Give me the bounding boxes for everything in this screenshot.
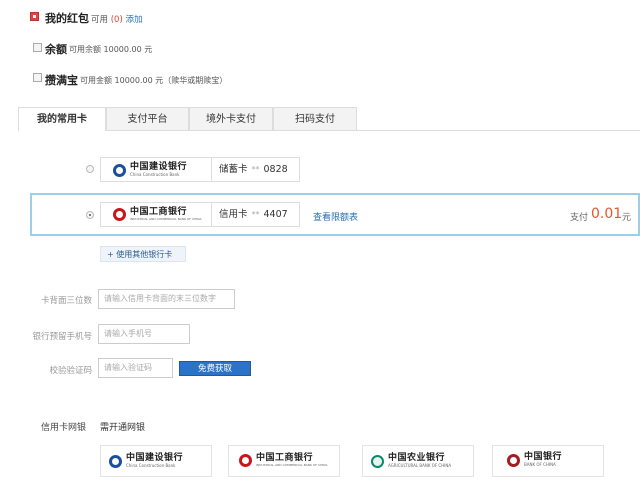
bank-name-en: China Construction Bank: [126, 463, 176, 468]
ccb-logo: 中国建设银行 China Construction Bank: [101, 158, 212, 181]
card-mask: **: [251, 210, 260, 219]
ccb-name: 中国建设银行: [130, 162, 188, 172]
saved-card-ccb[interactable]: 中国建设银行 China Construction Bank 储蓄卡 ** 0828: [100, 157, 300, 182]
pay-unit: 元: [622, 213, 632, 223]
yuebao-available: 可用金额 10000.00 元（赎华或期赎宝）: [80, 76, 228, 85]
tab-overseas-card[interactable]: 境外卡支付: [189, 107, 273, 130]
red-packet-available: 可用 (0) 添加: [91, 15, 143, 25]
yuebao-checkbox[interactable]: [33, 73, 42, 82]
saved-card-icbc[interactable]: 中国工商银行 INDUSTRIAL AND COMMERCIAL BANK OF…: [100, 202, 300, 227]
balance-label: 余额: [45, 43, 67, 56]
tab-common-cards[interactable]: 我的常用卡: [18, 107, 106, 131]
phone-input[interactable]: 请输入手机号: [98, 324, 190, 344]
icbc-emblem-icon: [239, 454, 252, 467]
pay-amount: 0.01: [591, 206, 623, 222]
red-packet-checkbox[interactable]: [30, 12, 39, 21]
code-label: 校验验证码: [49, 366, 92, 376]
bank-name: 中国农业银行: [388, 453, 446, 463]
red-packet-count: (0): [110, 15, 123, 25]
cvv-label: 卡背面三位数: [40, 296, 92, 306]
netbank-label: 信用卡网银: [41, 423, 87, 433]
pay-label: 支付: [570, 213, 589, 223]
code-input[interactable]: 请输入验证码: [98, 358, 173, 378]
card-type: 信用卡: [219, 209, 248, 220]
icbc-logo: 中国工商银行 INDUSTRIAL AND COMMERCIAL BANK OF…: [101, 203, 212, 226]
boc-emblem-icon: [507, 453, 520, 467]
ccb-emblem-icon: [113, 163, 126, 177]
balance-checkbox[interactable]: [33, 43, 42, 52]
tab-payment-platform[interactable]: 支付平台: [106, 107, 189, 130]
ccb-name-en: China Construction Bank: [130, 172, 180, 177]
bank-name: 中国工商银行: [256, 453, 314, 463]
bank-name-en: AGRICULTURAL BANK OF CHINA: [388, 463, 452, 468]
bank-name-en: INDUSTRIAL AND COMMERCIAL BANK OF CHINA: [256, 463, 328, 467]
get-code-button[interactable]: 免费获取: [179, 361, 251, 376]
card-info: 储蓄卡 ** 0828: [219, 158, 288, 181]
card-radio-icbc[interactable]: [86, 211, 94, 219]
tab-qr-payment[interactable]: 扫码支付: [273, 107, 357, 130]
netbank-open-link[interactable]: 需开通网银: [100, 420, 145, 433]
card-type: 储蓄卡: [219, 164, 248, 175]
card-mask: **: [251, 165, 260, 174]
netbank-icbc[interactable]: 中国工商银行 INDUSTRIAL AND COMMERCIAL BANK OF …: [228, 445, 340, 477]
bank-name: 中国银行: [524, 452, 563, 462]
card-tail: 0828: [263, 164, 288, 175]
icbc-emblem-icon: [113, 208, 126, 221]
add-other-card-button[interactable]: + 使用其他银行卡: [100, 246, 186, 262]
yuebao-label: 攒满宝: [45, 74, 78, 87]
ccb-emblem-icon: [109, 454, 122, 468]
card-info: 信用卡 ** 4407: [219, 203, 288, 226]
view-limit-link[interactable]: 查看限额表: [313, 210, 358, 223]
red-packet-add-link[interactable]: 添加: [125, 15, 142, 25]
card-tail: 4407: [263, 209, 288, 220]
netbank-boc[interactable]: 中国银行 BANK OF CHINA: [492, 445, 604, 477]
netbank-ccb[interactable]: 中国建设银行 China Construction Bank: [100, 445, 212, 477]
phone-label: 银行预留手机号: [32, 332, 92, 342]
card-radio-ccb[interactable]: [86, 165, 94, 173]
cvv-input[interactable]: 请输入信用卡背面的末三位数字: [98, 289, 235, 309]
icbc-name: 中国工商银行: [130, 207, 188, 217]
icbc-name-en: INDUSTRIAL AND COMMERCIAL BANK OF CHINA: [130, 217, 202, 221]
bank-name-en: BANK OF CHINA: [524, 462, 556, 467]
bank-name: 中国建设银行: [126, 453, 184, 463]
balance-available: 可用余额 10000.00 元: [69, 45, 153, 54]
netbank-abc[interactable]: 中国农业银行 AGRICULTURAL BANK OF CHINA: [362, 445, 474, 477]
abc-emblem-icon: [371, 454, 384, 468]
red-packet-label: 我的红包: [45, 12, 89, 25]
